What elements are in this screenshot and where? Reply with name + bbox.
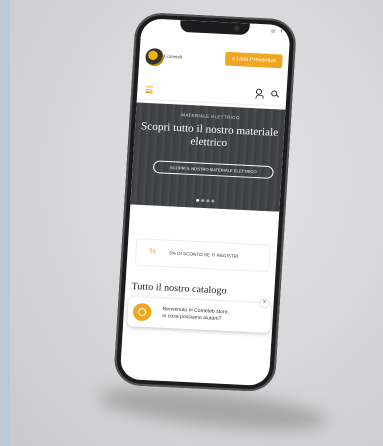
chat-message: Benvenuto in Cometeb store, in cosa poss… — [162, 306, 229, 323]
chat-widget[interactable]: Benvenuto in Cometeb store, in cosa poss… — [127, 296, 272, 334]
discount-icon: % — [148, 246, 157, 256]
hero-banner: MATERIALE ELETTRICO Scopri tutto il nost… — [130, 102, 286, 212]
site-header: Cometeb a Lista Preventivo — [138, 40, 289, 81]
logo-text: Cometeb — [163, 54, 183, 61]
discount-text: 5% DI SCONTO SE TI REGISTRI — [169, 250, 239, 259]
carousel-dot[interactable] — [201, 199, 205, 203]
hero-cta-button[interactable]: SCOPRI IL NOSTRO MATERIALE ELETTRICO — [152, 160, 274, 179]
logo-icon[interactable] — [145, 47, 165, 67]
user-icon[interactable] — [255, 88, 264, 99]
nav-bar — [136, 76, 288, 107]
carousel-dot[interactable] — [211, 199, 215, 203]
catalog-heading: Tutto il nostro catalogo — [131, 281, 227, 297]
chat-icon[interactable] — [132, 302, 152, 322]
carousel-dot[interactable] — [206, 199, 210, 203]
facebook-icon[interactable]: f — [281, 29, 283, 35]
phone-frame: ◎ f Cometeb a Lista Preventivo MATERIALE… — [113, 12, 298, 393]
phone-notch — [179, 20, 250, 36]
phone-mockup: ◎ f Cometeb a Lista Preventivo MATERIALE… — [0, 0, 383, 446]
carousel-dots — [131, 196, 280, 206]
hero-title: Scopri tutto il nostro materiale elettri… — [140, 120, 279, 150]
discount-banner[interactable]: % 5% DI SCONTO SE TI REGISTRI — [134, 238, 272, 273]
social-icons: ◎ f — [271, 28, 282, 34]
search-icon[interactable] — [271, 90, 278, 97]
carousel-dot[interactable] — [196, 198, 200, 202]
quote-list-button[interactable]: a Lista Preventivo — [225, 51, 283, 69]
instagram-icon[interactable]: ◎ — [271, 28, 276, 34]
camera — [234, 25, 240, 31]
close-icon[interactable]: × — [260, 299, 269, 308]
phone-screen: ◎ f Cometeb a Lista Preventivo MATERIALE… — [119, 18, 291, 387]
menu-icon[interactable] — [145, 86, 153, 94]
